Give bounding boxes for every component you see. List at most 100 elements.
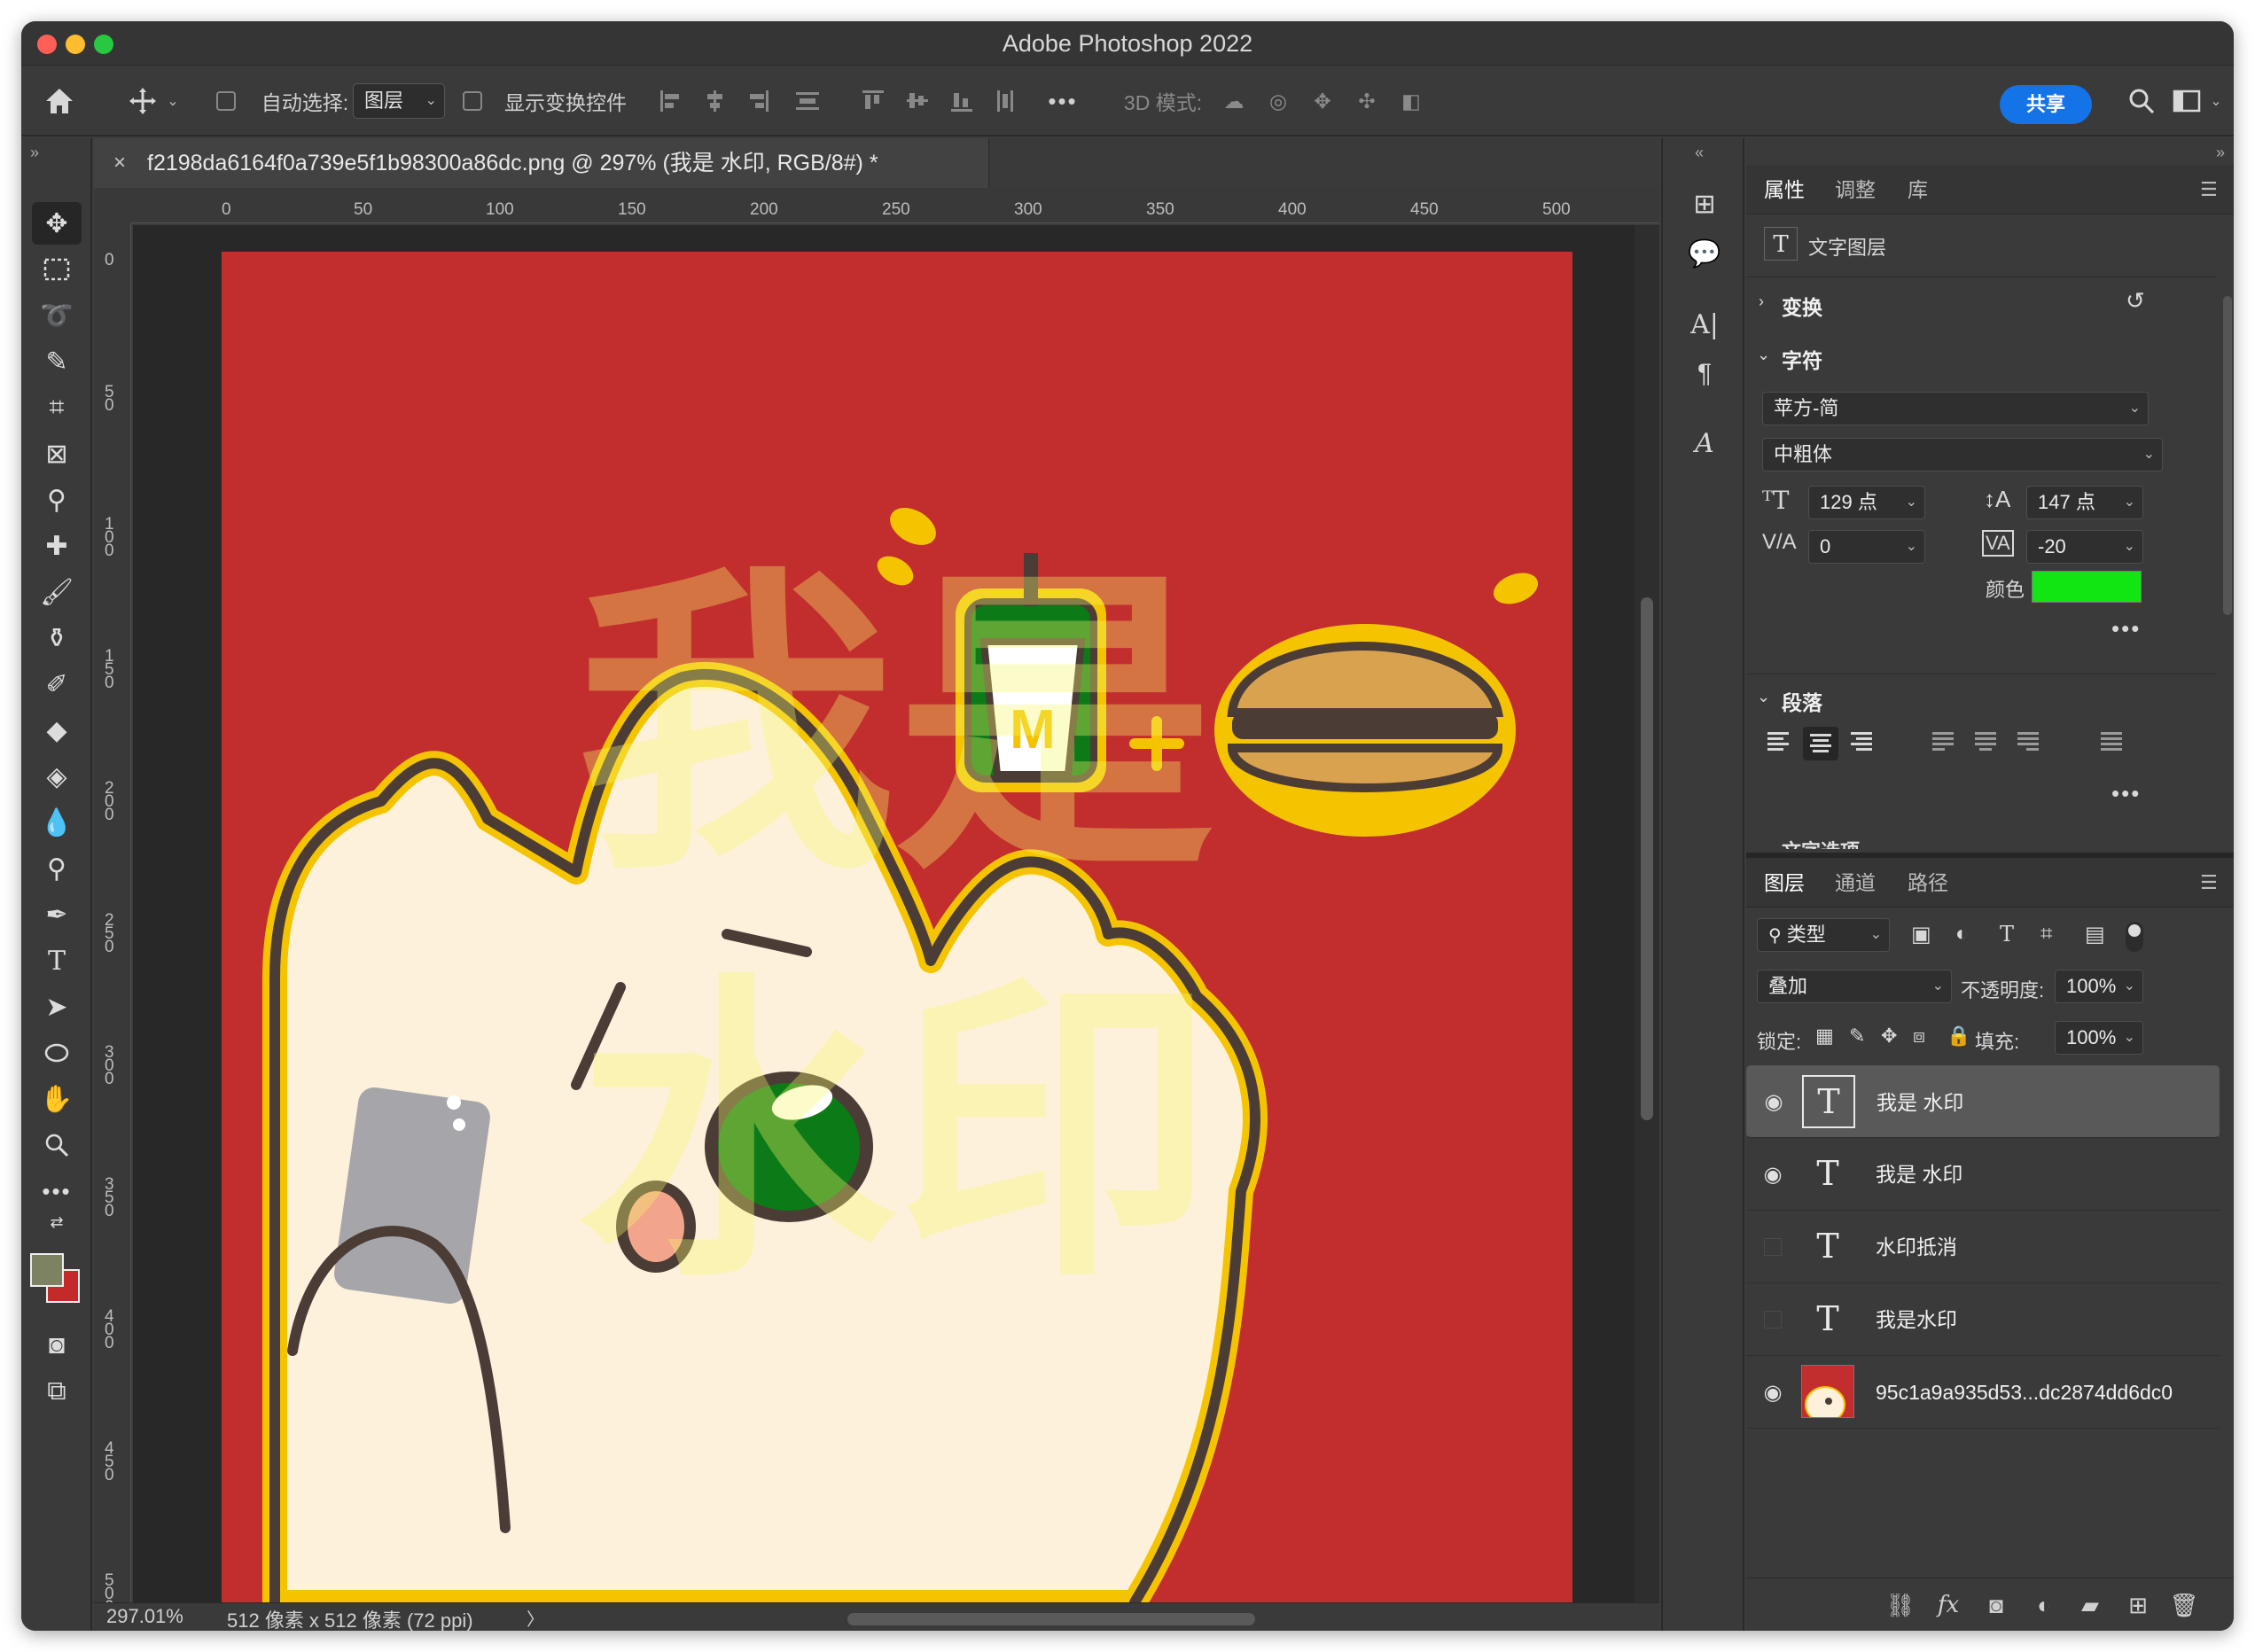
foreground-color-swatch[interactable]: [30, 1253, 64, 1287]
align-left-icon[interactable]: [652, 66, 688, 136]
move-tool-icon[interactable]: ✥: [32, 202, 82, 245]
type-tool-icon[interactable]: T: [32, 939, 82, 982]
history-brush-tool-icon[interactable]: ✐: [32, 663, 82, 705]
auto-select-dropdown[interactable]: 图层 ⌄: [353, 83, 445, 119]
layer-visibility-eye-icon[interactable]: ◉: [1759, 1379, 1787, 1406]
panel-menu-icon[interactable]: ☰: [2200, 165, 2218, 214]
marquee-tool-icon[interactable]: [32, 248, 82, 291]
show-transform-checkbox[interactable]: [459, 66, 486, 136]
history-panel-icon[interactable]: ⊞: [1681, 183, 1728, 225]
search-icon[interactable]: [2124, 66, 2159, 136]
layer-row[interactable]: ◉ 95c1a9a935d53...dc2874dd6dc0: [1746, 1356, 2220, 1429]
transform-section-title[interactable]: 变换: [1782, 291, 1822, 321]
slide-3d-icon[interactable]: ✣: [1349, 66, 1385, 136]
paragraph-panel-icon[interactable]: ¶: [1681, 353, 1728, 395]
screen-mode-icon[interactable]: ⧉: [32, 1370, 82, 1413]
expand-toolbar-icon[interactable]: »: [30, 144, 39, 162]
horizontal-scrollbar-thumb[interactable]: [847, 1613, 1255, 1625]
close-window-button[interactable]: [37, 35, 57, 54]
ellipse-tool-icon[interactable]: [32, 1032, 82, 1074]
layer-visibility-off[interactable]: [1764, 1311, 1782, 1329]
paragraph-section-title[interactable]: 段落: [1782, 686, 1822, 716]
tab-layers[interactable]: 图层: [1764, 858, 1805, 908]
blend-mode-dropdown[interactable]: 叠加 ⌄: [1757, 970, 1952, 1003]
paragraph-more-button[interactable]: •••: [2111, 780, 2141, 807]
font-size-field[interactable]: 129 点 ⌄: [1808, 486, 1925, 519]
character-panel-icon[interactable]: A|: [1681, 303, 1728, 346]
align-text-left-icon[interactable]: [1762, 727, 1798, 760]
layers-panel-menu-icon[interactable]: ☰: [2200, 858, 2218, 908]
glyphs-panel-icon[interactable]: A: [1681, 422, 1728, 464]
roll-3d-icon[interactable]: ◎: [1260, 66, 1296, 136]
eraser-tool-icon[interactable]: ◆: [32, 709, 82, 752]
healing-brush-tool-icon[interactable]: ✚: [32, 525, 82, 567]
text-color-swatch[interactable]: [2032, 571, 2142, 603]
camera-3d-icon[interactable]: ◧: [1393, 66, 1429, 136]
dodge-tool-icon[interactable]: ⚲: [32, 847, 82, 890]
quick-mask-icon[interactable]: ◙: [32, 1324, 82, 1367]
justify-last-right-icon[interactable]: [2012, 727, 2048, 760]
justify-last-center-icon[interactable]: [1970, 727, 2005, 760]
collapse-panels-icon[interactable]: «: [1695, 144, 1704, 162]
distribute-icon[interactable]: [785, 66, 830, 136]
orbit-3d-icon[interactable]: ☁: [1216, 66, 1252, 136]
filter-type-icon[interactable]: T: [2000, 922, 2014, 947]
quick-select-tool-icon[interactable]: ✎: [32, 340, 82, 383]
move-tool-preset-icon[interactable]: ⌄: [122, 66, 184, 136]
new-adjustment-layer-icon[interactable]: ◐: [2028, 1591, 2060, 1619]
document-info-menu-icon[interactable]: 〉: [527, 1605, 544, 1631]
share-button[interactable]: 共享: [2000, 85, 2092, 124]
brush-tool-icon[interactable]: 🖌: [32, 571, 82, 613]
tab-paths[interactable]: 路径: [1908, 858, 1948, 908]
collapse-right-panel-icon[interactable]: »: [2216, 144, 2225, 162]
justify-all-icon[interactable]: [2095, 727, 2131, 760]
clone-stamp-tool-icon[interactable]: ⚱: [32, 617, 82, 659]
comments-panel-icon[interactable]: 💬: [1681, 232, 1728, 275]
layer-style-fx-icon[interactable]: fx: [1932, 1591, 1964, 1619]
document-tab[interactable]: × f2198da6164f0a739e5f1b98300a86dc.png @…: [94, 138, 989, 188]
layer-filter-dropdown[interactable]: ⚲ 类型 ⌄: [1757, 918, 1890, 952]
hand-tool-icon[interactable]: ✋: [32, 1078, 82, 1120]
kerning-field[interactable]: 0 ⌄: [1808, 530, 1925, 564]
workspace-chevron-icon[interactable]: ⌄: [2205, 66, 2227, 136]
lock-all-icon[interactable]: 🔒: [1947, 1025, 1970, 1048]
layer-row[interactable]: T 水印抵消: [1746, 1211, 2220, 1283]
link-layers-icon[interactable]: ⛓: [1884, 1591, 1916, 1619]
text-options-section-title[interactable]: 文字选项: [1782, 838, 1888, 849]
filter-adjustment-icon[interactable]: ◐: [1955, 922, 1969, 947]
edit-toolbar-icon[interactable]: •••: [32, 1170, 82, 1212]
drag-3d-icon[interactable]: ✥: [1305, 66, 1340, 136]
layer-visibility-eye-icon[interactable]: ◉: [1760, 1089, 1788, 1116]
character-section-title[interactable]: 字符: [1782, 344, 1822, 374]
auto-select-checkbox[interactable]: [213, 66, 239, 136]
eyedropper-tool-icon[interactable]: ⚲: [32, 479, 82, 521]
vertical-scrollbar-thumb[interactable]: [1641, 597, 1653, 1120]
character-more-button[interactable]: •••: [2111, 615, 2141, 643]
lasso-tool-icon[interactable]: ➰: [32, 294, 82, 337]
zoom-tool-icon[interactable]: [32, 1124, 82, 1166]
align-bottom-icon[interactable]: [943, 66, 979, 136]
blur-tool-icon[interactable]: 💧: [32, 801, 82, 844]
zoom-level[interactable]: 297.01%: [106, 1605, 183, 1628]
crop-tool-icon[interactable]: ⌗: [32, 386, 82, 429]
chevron-down-icon[interactable]: ⌄: [1757, 346, 1770, 364]
justify-last-left-icon[interactable]: [1927, 727, 1962, 760]
tracking-field[interactable]: -20 ⌄: [2026, 530, 2143, 564]
paint-bucket-tool-icon[interactable]: ◈: [32, 755, 82, 798]
layer-visibility-off[interactable]: [1764, 1238, 1782, 1256]
document-canvas[interactable]: M 我是 水印: [222, 252, 1572, 1602]
lock-transparent-icon[interactable]: ▦: [1815, 1025, 1834, 1048]
reset-transform-icon[interactable]: ↺: [2126, 287, 2145, 315]
align-text-right-icon[interactable]: [1845, 727, 1881, 760]
opacity-field[interactable]: 100% ⌄: [2055, 970, 2143, 1003]
layer-row[interactable]: ◉ T 我是 水印: [1746, 1138, 2220, 1211]
workspace-icon[interactable]: [2165, 66, 2209, 136]
delete-layer-trash-icon[interactable]: 🗑: [2168, 1591, 2200, 1619]
pen-tool-icon[interactable]: ✒: [32, 893, 82, 936]
chevron-down-icon[interactable]: ⌄: [1757, 688, 1770, 706]
tab-libraries[interactable]: 库: [1908, 165, 1928, 214]
new-group-folder-icon[interactable]: ▰: [2074, 1591, 2106, 1619]
tab-adjustments[interactable]: 调整: [1835, 165, 1876, 214]
close-tab-icon[interactable]: ×: [113, 138, 126, 188]
align-text-center-icon[interactable]: [1803, 727, 1838, 760]
